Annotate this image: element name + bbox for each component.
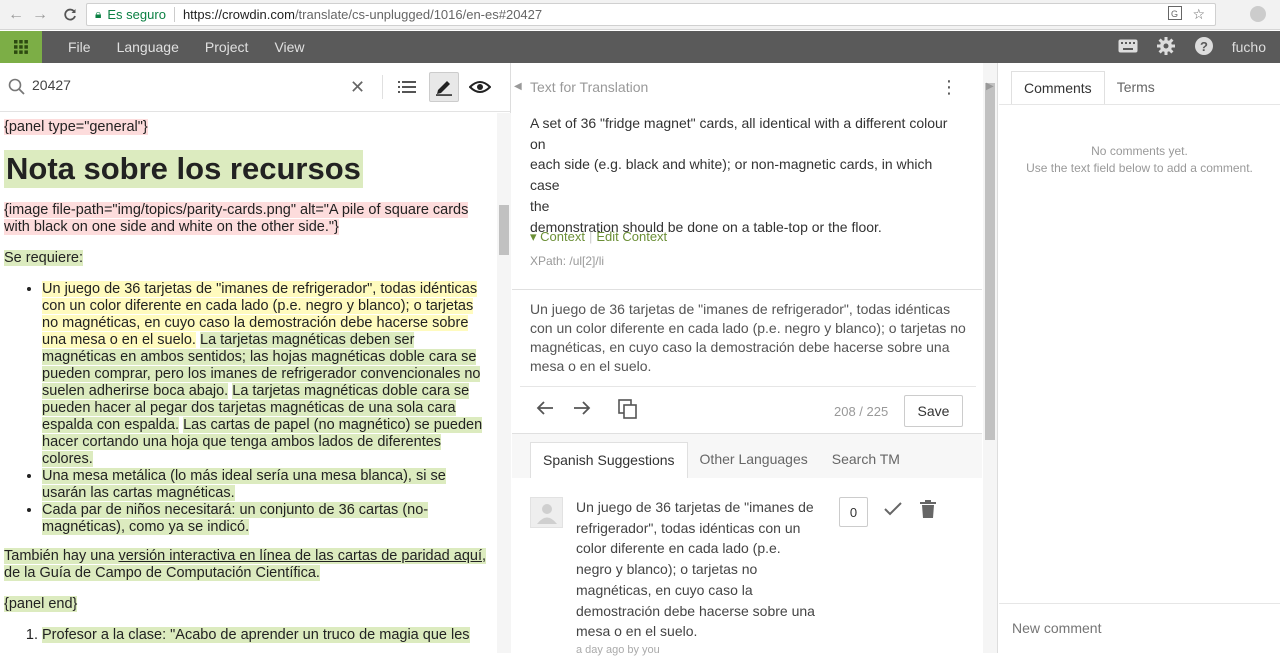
list-view-icon[interactable] — [392, 72, 422, 102]
collapse-right-icon[interactable]: ▶ — [986, 81, 994, 92]
list-item-text[interactable]: Una mesa metálica (lo más ideal sería un… — [42, 468, 446, 501]
menu-view[interactable]: View — [274, 39, 304, 55]
comments-panel: Comments Terms No comments yet. Use the … — [999, 63, 1280, 653]
apps-grid-icon[interactable] — [0, 31, 42, 63]
list-item: Un juego de 36 tarjetas de "imanes de re… — [42, 281, 492, 468]
browser-toolbar: ← → 🔒︎ Es seguro https://crowdin.com/tra… — [0, 0, 1280, 30]
user-menu[interactable]: fucho — [1232, 39, 1266, 55]
tab-terms[interactable]: Terms — [1105, 71, 1167, 105]
forward-icon[interactable]: → — [28, 3, 52, 27]
edit-context-link[interactable]: Edit Context — [596, 229, 667, 244]
list-item: Una mesa metálica (lo más ideal sería un… — [42, 468, 492, 502]
svg-text:G: G — [1171, 9, 1178, 19]
editor-actions: 208 / 225 Save — [512, 393, 982, 433]
comments-tabs: Comments Terms — [1011, 71, 1167, 105]
preview-eye-icon[interactable] — [465, 72, 495, 102]
translate-icon[interactable]: G — [1168, 6, 1183, 23]
help-icon[interactable]: ? — [1194, 36, 1214, 59]
approve-check-icon[interactable] — [884, 500, 902, 521]
clear-search-icon[interactable]: ✕ — [350, 77, 365, 98]
svg-text:?: ? — [1200, 39, 1208, 54]
empty-comments-message: No comments yet. Use the text field belo… — [1026, 144, 1253, 175]
previous-arrow-icon[interactable] — [536, 399, 554, 422]
keyboard-icon[interactable] — [1118, 39, 1138, 56]
edit-mode-pencil-icon[interactable] — [429, 72, 459, 102]
menu-file[interactable]: File — [68, 39, 91, 55]
requirements-list: Un juego de 36 tarjetas de "imanes de re… — [42, 281, 492, 536]
source-text: A set of 36 "fridge magnet" cards, all i… — [530, 115, 948, 235]
parity-cards-link[interactable]: versión interactiva en línea de las cart… — [118, 548, 482, 564]
context-toggle[interactable]: ▾ Context — [530, 229, 585, 244]
list-item-text[interactable]: Profesor a la clase: "Acabo de aprender … — [42, 627, 470, 643]
requires-label[interactable]: Se requiere: — [4, 250, 83, 266]
collapse-left-icon[interactable]: ◀ — [514, 81, 522, 92]
settings-gear-icon[interactable] — [1156, 36, 1176, 59]
more-options-icon[interactable]: ⋮ — [940, 77, 958, 98]
text-for-translation-label: Text for Translation — [530, 79, 649, 95]
panel-start-tag[interactable]: {panel type="general"} — [4, 119, 148, 135]
xpath-label: XPath: /ul[2]/li — [530, 254, 605, 268]
tab-other-languages[interactable]: Other Languages — [688, 442, 820, 478]
suggestion-meta: a day ago by you — [576, 644, 660, 656]
translation-editor-panel: ◀ Text for Translation ⋮ A set of 36 "fr… — [512, 63, 998, 656]
menu-project[interactable]: Project — [205, 39, 249, 55]
source-document: {panel type="general"} Nota sobre los re… — [0, 113, 496, 653]
back-icon[interactable]: ← — [4, 3, 28, 27]
menu-language[interactable]: Language — [117, 39, 179, 55]
character-count: 208 / 225 — [834, 404, 889, 419]
save-button[interactable]: Save — [904, 395, 963, 427]
address-bar[interactable]: 🔒︎ Es seguro https://crowdin.com/transla… — [86, 3, 1216, 26]
copy-source-icon[interactable] — [618, 399, 638, 425]
reload-icon[interactable] — [58, 3, 82, 27]
lock-icon: 🔒︎ — [95, 7, 102, 21]
delete-trash-icon[interactable] — [920, 500, 936, 523]
list-item: Cada par de niños necesitará: un conjunt… — [42, 502, 492, 536]
image-tag[interactable]: {image file-path="img/topics/parity-card… — [4, 202, 469, 235]
vote-count: 0 — [839, 497, 868, 527]
search-bar: ✕ — [0, 63, 510, 112]
suggestions-area: Spanish Suggestions Other Languages Sear… — [512, 433, 982, 656]
suggestion-text[interactable]: Un juego de 36 tarjetas de "imanes de re… — [576, 497, 820, 642]
app-header: File Language Project View ? fucho — [0, 31, 1280, 63]
url-text: https://crowdin.com/translate/cs-unplugg… — [182, 7, 543, 22]
source-document-panel: ✕ {panel type="general"} Nota sobre los … — [0, 63, 511, 653]
panel-end-tag[interactable]: {panel end} — [4, 596, 78, 612]
search-input[interactable] — [32, 77, 332, 93]
profile-icon[interactable] — [1250, 6, 1266, 22]
document-scrollbar[interactable] — [497, 113, 511, 653]
list-item-text[interactable]: Cada par de niños necesitará: un conjunt… — [42, 502, 429, 535]
suggestions-tabs: Spanish Suggestions Other Languages Sear… — [530, 442, 912, 478]
search-icon — [8, 78, 25, 100]
avatar — [530, 497, 563, 528]
document-title[interactable]: Nota sobre los recursos — [4, 150, 363, 188]
context-row: ▾ Context | Edit Context — [530, 229, 668, 244]
secure-label: Es seguro — [107, 7, 166, 22]
tab-search-tm[interactable]: Search TM — [820, 442, 912, 478]
suggestion-item: Un juego de 36 tarjetas de "imanes de re… — [512, 478, 982, 656]
translation-textarea[interactable]: Un juego de 36 tarjetas de "imanes de re… — [530, 300, 970, 376]
tab-spanish-suggestions[interactable]: Spanish Suggestions — [530, 442, 688, 478]
editor-scrollbar[interactable] — [983, 63, 997, 653]
tab-comments[interactable]: Comments — [1011, 71, 1105, 105]
star-icon[interactable]: ☆ — [1192, 6, 1205, 23]
new-comment-input[interactable] — [1012, 620, 1262, 636]
list-item: Profesor a la clase: "Acabo de aprender … — [42, 627, 492, 644]
next-arrow-icon[interactable] — [573, 399, 591, 422]
steps-list: Profesor a la clase: "Acabo de aprender … — [42, 627, 492, 644]
online-version-paragraph[interactable]: También hay una versión interactiva en l… — [4, 548, 487, 581]
